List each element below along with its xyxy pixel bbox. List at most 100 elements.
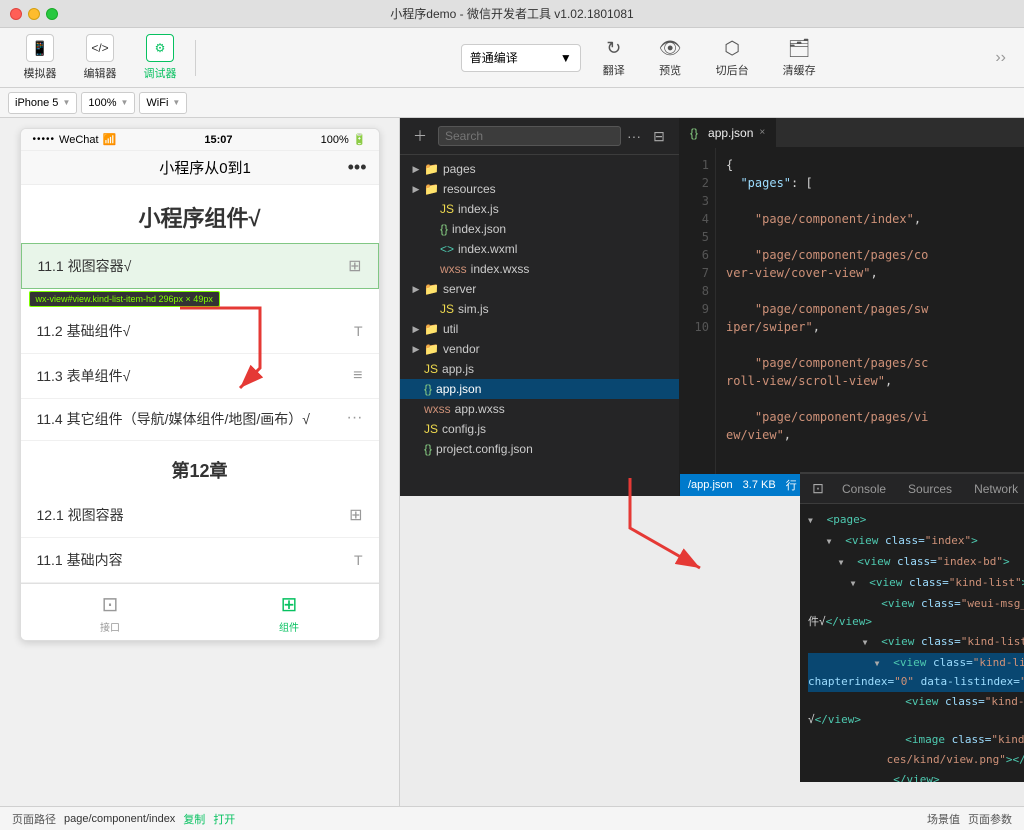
dom-line-selected[interactable]: ▼ <view class="kind-list-item-hd" data-c… (808, 653, 1024, 692)
path-value: page/component/index (64, 813, 175, 825)
filetree-item-configjs[interactable]: JS config.js (400, 419, 679, 439)
filetree-item-indexwxss[interactable]: wxss index.wxss (400, 259, 679, 279)
filetree-item-appjson[interactable]: {} app.json (400, 379, 679, 399)
json-icon: {} (690, 126, 698, 140)
tree-toggle[interactable]: ▼ (827, 533, 839, 551)
tab-console[interactable]: Console (832, 478, 896, 500)
tab-sources[interactable]: Sources (898, 478, 962, 500)
switch-button[interactable]: ⬡ 切后台 (704, 34, 761, 82)
item-label: 11.2 基础组件√ (37, 321, 131, 341)
item-icon: T (354, 552, 363, 568)
interface-icon: ⊡ (102, 592, 119, 617)
simulator-button[interactable]: 📱 模拟器 (10, 31, 70, 85)
clear-button[interactable]: 🗂 清缓存 (771, 34, 828, 82)
filetree-panel: ＋ ··· ⊟ ▶ 📁 pages ▶ (400, 118, 680, 496)
editor-tab-appjson[interactable]: {} app.json × (680, 118, 776, 148)
json-icon: {} (440, 222, 448, 236)
dom-line[interactable]: ▼ <page> (808, 510, 1024, 531)
copy-button[interactable]: 复制 (183, 811, 205, 827)
filetree-item-resources[interactable]: ▶ 📁 resources (400, 179, 679, 199)
list-item[interactable]: 12.1 视图容器 ⊞ (21, 493, 379, 538)
filetree-body: ▶ 📁 pages ▶ 📁 resources (400, 155, 679, 496)
dom-line[interactable]: ▼ <view class="index-bd"> (808, 552, 1024, 573)
filetree-item-appwxss[interactable]: wxss app.wxss (400, 399, 679, 419)
dom-line[interactable]: </view> (808, 770, 1024, 782)
dom-line[interactable]: ces/kind/view.png"></image> (808, 750, 1024, 770)
item-icon: T (354, 323, 363, 339)
close-button[interactable] (10, 8, 22, 20)
chapter12-title: 第12章 (21, 441, 379, 493)
devtools-tabs: ⊡ Console Sources Network Wxml » ⋮ (800, 474, 1024, 504)
component-icon: ⊞ (281, 592, 298, 617)
open-button[interactable]: 打开 (213, 811, 235, 827)
filetree-more-button[interactable]: ··· (627, 128, 641, 144)
filetree-item-vendor[interactable]: ▶ 📁 vendor (400, 339, 679, 359)
device-selector[interactable]: iPhone 5 ▼ (8, 92, 77, 114)
path-label: 页面路径 (12, 811, 56, 827)
tree-toggle[interactable]: ▼ (808, 512, 820, 530)
maximize-button[interactable] (46, 8, 58, 20)
network-selector[interactable]: WiFi ▼ (139, 92, 187, 114)
traffic-lights (10, 8, 58, 20)
devtools-content: ▼ <page> ▼ <view class="index"> ▼ <view … (800, 504, 1024, 782)
toolbar-more-button[interactable]: ›› (987, 49, 1014, 67)
dom-line[interactable]: ▼ <view class="kind-list-item"> (808, 632, 1024, 653)
translate-icon: ↻ (606, 38, 621, 59)
dom-line[interactable]: <view class="kind-list-text">11.1 视图容器√<… (808, 692, 1024, 730)
tab-close-button[interactable]: × (759, 127, 765, 138)
editor-button[interactable]: </> 编辑器 (70, 31, 130, 85)
filetree-item-server[interactable]: ▶ 📁 server (400, 279, 679, 299)
tree-toggle[interactable]: ▼ (839, 554, 851, 572)
dom-line[interactable]: <image class="kind-list-img" src="resour (808, 730, 1024, 750)
chapter-title: 小程序组件√ (21, 185, 379, 243)
debugger-button[interactable]: ⚙ 调试器 (130, 31, 190, 85)
filetree-item-projectconfig[interactable]: {} project.config.json (400, 439, 679, 459)
preview-button[interactable]: 👁 预览 (647, 34, 694, 82)
tabbar-item-component[interactable]: ⊞ 组件 (200, 584, 379, 640)
compile-dropdown[interactable]: 普通编译 ▼ (461, 44, 581, 72)
dom-line[interactable]: ▼ <view class="index"> (808, 531, 1024, 552)
battery-label: 100% (321, 134, 349, 146)
filetree-item-indexjson[interactable]: {} index.json (400, 219, 679, 239)
filetree-item-pages[interactable]: ▶ 📁 pages (400, 159, 679, 179)
battery-icon: 🔋 (353, 133, 367, 146)
zoom-selector[interactable]: 100% ▼ (81, 92, 135, 114)
params-label: 页面参数 (968, 811, 1012, 827)
phone-status-bar: ••••• WeChat 📶 15:07 100% 🔋 (21, 129, 379, 151)
code-editor[interactable]: { "pages": [ "page/component/index", "pa… (716, 148, 1024, 474)
add-file-button[interactable]: ＋ (408, 124, 432, 148)
item-icon: ≡ (353, 367, 362, 385)
editor-panel: {} app.json × 1 2 3 4 5 6 7 8 (680, 118, 1024, 496)
dom-line[interactable]: <view class="weui-msg__title center">小程序… (808, 594, 1024, 632)
minimize-button[interactable] (28, 8, 40, 20)
tree-toggle[interactable]: ▼ (863, 634, 875, 652)
filetree-header: ＋ ··· ⊟ (400, 118, 679, 155)
tabbar-label: 接口 (100, 619, 120, 634)
filetree-item-util[interactable]: ▶ 📁 util (400, 319, 679, 339)
filetree-item-appjs[interactable]: JS app.js (400, 359, 679, 379)
phone-simulator: ••••• WeChat 📶 15:07 100% 🔋 小程序从0到1 ••• … (0, 118, 400, 806)
tab-network[interactable]: Network (964, 478, 1024, 500)
panel-icon[interactable]: ⊟ (647, 124, 671, 148)
translate-button[interactable]: ↻ 翻译 (591, 34, 637, 82)
filetree-item-indexjs[interactable]: JS index.js (400, 199, 679, 219)
inspect-button[interactable]: ⊡ (806, 477, 830, 501)
filetree-item-indexwxml[interactable]: <> index.wxml (400, 239, 679, 259)
search-input[interactable] (438, 126, 621, 146)
tree-toggle[interactable]: ▼ (875, 655, 887, 673)
list-item[interactable]: 11.1 视图容器√ ⊞ (21, 243, 379, 289)
dom-line[interactable]: ▼ <view class="kind-list"> (808, 573, 1024, 594)
tree-toggle[interactable]: ▼ (851, 575, 863, 593)
list-item[interactable]: 11.4 其它组件（导航/媒体组件/地图/画布）√ ··· (21, 399, 379, 441)
list-item[interactable]: 11.1 基础内容 T (21, 538, 379, 583)
eye-icon: 👁 (659, 38, 682, 59)
signal-icon: ••••• (33, 134, 56, 145)
filetree-item-simjs[interactable]: JS sim.js (400, 299, 679, 319)
phone-navbar: 小程序从0到1 ••• (21, 151, 379, 185)
list-item[interactable]: 11.2 基础组件√ T (21, 309, 379, 354)
tree-arrow: ▶ (408, 284, 424, 295)
folder-icon: 📁 (424, 282, 439, 296)
list-item[interactable]: 11.3 表单组件√ ≡ (21, 354, 379, 399)
js-icon: JS (440, 202, 454, 216)
tabbar-item-interface[interactable]: ⊡ 接口 (21, 584, 200, 640)
